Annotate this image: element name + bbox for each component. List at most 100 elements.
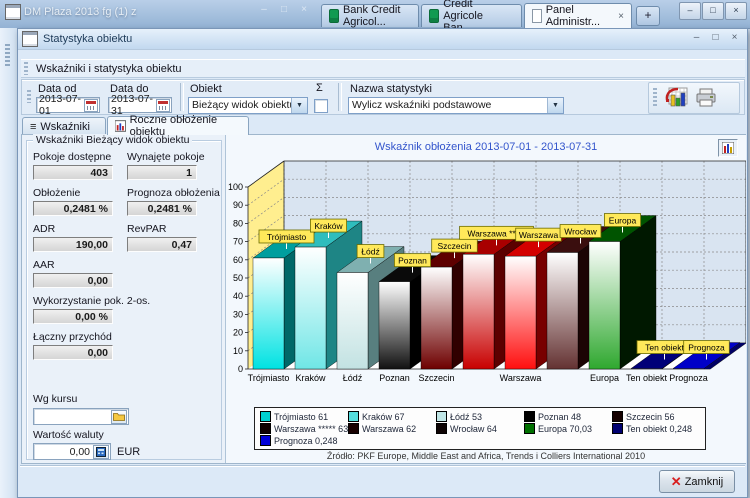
- indicator-label: Wykorzystanie pok. 2-os.: [33, 295, 215, 307]
- legend-item: Szczecin 56: [612, 411, 700, 422]
- maximize-icon[interactable]: □: [709, 32, 722, 43]
- tab-wskazniki[interactable]: ≡ Wskaźniki: [22, 117, 106, 135]
- currency-rate-input[interactable]: [33, 408, 129, 425]
- svg-text:Europa: Europa: [590, 373, 619, 383]
- indicator-field: Łączny przychód0,00: [33, 331, 215, 360]
- svg-text:70: 70: [233, 237, 243, 247]
- browser-tab-2[interactable]: Credit Agricole Ban...: [421, 4, 522, 27]
- date-from-input[interactable]: 2013-07-01: [36, 97, 100, 113]
- minimize-icon[interactable]: –: [258, 4, 270, 15]
- window-controls: – □ ×: [678, 2, 747, 20]
- svg-text:Szczecin: Szczecin: [437, 241, 471, 251]
- toolbar-grip: [5, 44, 10, 66]
- legend-label: Poznan 48: [538, 412, 581, 422]
- occupancy-3d-bar-chart: 0102030405060708090100TrójmiastoKrakówŁó…: [226, 155, 746, 407]
- svg-text:Prognoza: Prognoza: [669, 373, 708, 383]
- sigma-checkbox[interactable]: [314, 99, 328, 113]
- toolbar-grip: [24, 62, 28, 75]
- currency-value-input[interactable]: 0,00: [33, 443, 111, 460]
- indicator-field: Wykorzystanie pok. 2-os. 0,00 %: [33, 295, 215, 324]
- legend-swatch: [524, 411, 535, 422]
- legend-swatch: [524, 423, 535, 434]
- footer-divider: [20, 465, 745, 466]
- close-icon[interactable]: ×: [725, 2, 747, 20]
- screen: DM Plaza 2013 fg (1) z – □ × Bank Credit…: [0, 0, 750, 498]
- svg-text:Warszawa: Warszawa: [500, 373, 542, 383]
- chart-button[interactable]: [661, 84, 691, 112]
- bar-chart-icon: [115, 120, 126, 132]
- legend-item: Trójmiasto 61: [260, 411, 348, 422]
- legend-swatch: [260, 423, 271, 434]
- svg-text:Kraków: Kraków: [314, 221, 343, 231]
- chart-source: Źródło: PKF Europe, Middle East and Afri…: [226, 451, 746, 461]
- legend-label: Wrocław 64: [450, 424, 497, 434]
- object-dropdown[interactable]: Bieżący widok obiektu ▼: [188, 97, 308, 114]
- legend-item: Prognoza 0,248: [260, 435, 348, 446]
- object-label: Obiekt: [190, 83, 222, 95]
- svg-text:20: 20: [233, 328, 243, 338]
- toolbar-grip: [27, 90, 31, 103]
- svg-text:0: 0: [238, 364, 243, 374]
- statistic-dropdown[interactable]: Wylicz wskaźniki podstawowe ▼: [348, 97, 564, 114]
- dialog-title: Statystyka obiektu: [43, 33, 132, 45]
- separator: [180, 83, 184, 111]
- minimize-icon[interactable]: –: [690, 32, 703, 43]
- folder-icon: [113, 412, 125, 421]
- calculator-icon: [96, 447, 106, 457]
- calendar-icon[interactable]: [156, 99, 170, 112]
- print-button[interactable]: [691, 84, 721, 112]
- svg-text:Kraków: Kraków: [295, 373, 326, 383]
- indicator-field: Prognoza obłożenia0,2481 %: [127, 187, 215, 216]
- indicator-value: 0,00 %: [33, 309, 113, 324]
- svg-text:30: 30: [233, 309, 243, 319]
- zamknij-button[interactable]: ✕ Zamknij: [659, 470, 735, 493]
- minimize-icon[interactable]: –: [679, 2, 701, 20]
- maximize-icon[interactable]: □: [278, 4, 290, 15]
- folder-button[interactable]: [111, 410, 127, 424]
- legend-label: Warszawa 62: [362, 424, 416, 434]
- tab-close-icon[interactable]: ×: [618, 11, 624, 22]
- statistic-value: Wylicz wskaźniki podstawowe: [349, 98, 547, 113]
- date-to-input[interactable]: 2013-07-31: [108, 97, 172, 113]
- indicator-label: RevPAR: [127, 223, 215, 235]
- calendar-icon[interactable]: [84, 99, 98, 112]
- close-icon[interactable]: ×: [728, 32, 741, 43]
- indicator-value: 1: [127, 165, 197, 180]
- new-tab-button[interactable]: +: [636, 6, 660, 26]
- svg-text:Poznan: Poznan: [379, 373, 410, 383]
- indicator-label: Obłożenie: [33, 187, 125, 199]
- toolbar-buttons: [648, 82, 740, 114]
- indicator-value: 0,00: [33, 273, 113, 288]
- close-icon[interactable]: ×: [298, 4, 310, 15]
- currency-rate-label: Wg kursu: [33, 393, 129, 405]
- legend-label: Szczecin 56: [626, 412, 675, 422]
- legend-swatch: [612, 411, 623, 422]
- maximize-icon[interactable]: □: [702, 2, 724, 20]
- printer-icon: [694, 87, 718, 109]
- browser-tab-1[interactable]: Bank Credit Agricol...: [321, 4, 419, 27]
- svg-text:Warszawa: Warszawa: [519, 230, 559, 240]
- svg-text:60: 60: [233, 255, 243, 265]
- bar-chart-icon: [722, 142, 734, 154]
- indicator-label: AAR: [33, 259, 215, 271]
- legend-item: Ten obiekt 0,248: [612, 423, 700, 434]
- tab-roczne-oblozenie[interactable]: Roczne obłożenie obiektu: [107, 116, 249, 135]
- currency-value-label: Wartość waluty: [33, 429, 140, 441]
- legend-item: Kraków 67: [348, 411, 436, 422]
- browser-tab-3[interactable]: Panel Administr... ×: [524, 3, 632, 28]
- svg-text:Poznan: Poznan: [398, 256, 427, 266]
- tab-label: Panel Administr...: [546, 4, 611, 28]
- credit-agricole-icon: [329, 9, 339, 23]
- sigma-label: Σ: [316, 82, 323, 94]
- legend-label: Prognoza 0,248: [274, 436, 338, 446]
- tab-label: Wskaźniki: [40, 121, 90, 133]
- chevron-down-icon: ▼: [547, 98, 563, 113]
- legend-item: Warszawa 62: [348, 423, 436, 434]
- svg-text:Wrocław: Wrocław: [564, 227, 597, 237]
- svg-text:80: 80: [233, 218, 243, 228]
- section-header-label: Wskaźniki i statystyka obiektu: [36, 63, 182, 75]
- zamknij-label: Zamknij: [685, 476, 724, 488]
- svg-text:50: 50: [233, 273, 243, 283]
- svg-text:Ten obiekt: Ten obiekt: [626, 373, 668, 383]
- calculator-button[interactable]: [93, 445, 109, 459]
